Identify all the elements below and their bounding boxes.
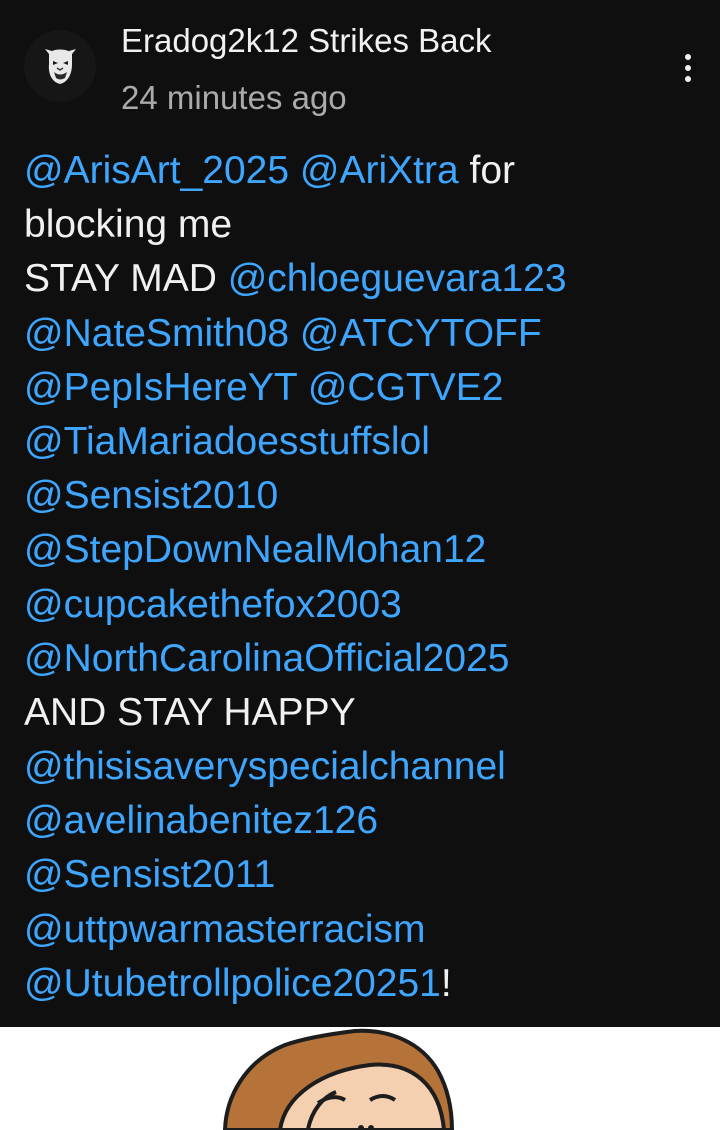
mention-link[interactable]: @NorthCarolinaOfficial2025 — [24, 637, 509, 680]
post-image[interactable] — [0, 1027, 720, 1130]
text-line: @StepDownNealMohan12 — [24, 523, 714, 577]
mention-link[interactable]: @Sensist2011 — [24, 853, 275, 896]
mention-link[interactable]: @AriXtra — [300, 149, 459, 192]
text-line: STAY MAD @chloeguevara123 — [24, 252, 714, 306]
text-segment: for — [458, 149, 516, 192]
menu-dot — [685, 54, 691, 60]
mention-link[interactable]: @NateSmith08 — [24, 312, 289, 355]
mention-link[interactable]: @cupcakethefox2003 — [24, 583, 402, 626]
menu-dot — [685, 65, 691, 71]
more-vert-icon[interactable] — [668, 44, 708, 92]
text-segment: AND STAY HAPPY — [24, 690, 356, 734]
text-line: @TiaMariadoesstuffslol — [24, 415, 714, 469]
text-segment: STAY MAD — [24, 257, 228, 301]
text-line: @NateSmith08 @ATCYTOFF — [24, 307, 714, 361]
text-line: @PepIsHereYT @CGTVE2 — [24, 361, 714, 415]
mention-link[interactable]: @uttpwarmasterracism — [24, 908, 426, 951]
text-line: @NorthCarolinaOfficial2025 — [24, 632, 714, 686]
text-line: @uttpwarmasterracism — [24, 903, 714, 957]
mention-link[interactable]: @avelinabenitez126 — [24, 799, 378, 842]
cartoon-face-image — [222, 1028, 455, 1130]
text-segment — [289, 149, 300, 192]
post-text: @ArisArt_2025 @AriXtra for blocking me STA… — [24, 144, 714, 1011]
mention-link[interactable]: @chloeguevara123 — [228, 257, 567, 300]
mention-link[interactable]: @CGTVE2 — [308, 366, 504, 409]
screen: Eradog2k12 Strikes Back 24 minutes ago @… — [0, 0, 720, 1130]
text-line: @avelinabenitez126 — [24, 794, 714, 848]
text-segment — [297, 366, 308, 409]
text-line: @cupcakethefox2003 — [24, 578, 714, 632]
mention-link[interactable]: @Sensist2010 — [24, 474, 278, 517]
avatar[interactable] — [24, 30, 96, 102]
author-name[interactable]: Eradog2k12 Strikes Back — [121, 21, 492, 61]
mention-link[interactable]: @PepIsHereYT — [24, 366, 297, 409]
timestamp: 24 minutes ago — [121, 79, 347, 116]
mention-link[interactable]: @ArisArt_2025 — [24, 149, 289, 192]
mention-link[interactable]: @ATCYTOFF — [300, 312, 542, 355]
text-segment — [289, 312, 300, 355]
text-segment: ! — [440, 961, 452, 1005]
text-line: @Sensist2010 — [24, 469, 714, 523]
mention-link[interactable]: @StepDownNealMohan12 — [24, 528, 486, 571]
text-line: @Sensist2011 — [24, 848, 714, 902]
mention-link[interactable]: @thisisaveryspecialchannel — [24, 745, 506, 788]
text-line: @Utubetrollpolice20251! — [24, 957, 714, 1011]
menu-dot — [685, 76, 691, 82]
text-segment: blocking me — [24, 203, 233, 247]
mention-link[interactable]: @Utubetrollpolice20251 — [24, 962, 441, 1005]
text-line: @ArisArt_2025 @AriXtra for — [24, 144, 714, 198]
text-line: @thisisaveryspecialchannel — [24, 740, 714, 794]
avatar-image — [24, 30, 96, 102]
community-post: Eradog2k12 Strikes Back 24 minutes ago @… — [0, 0, 720, 1027]
mention-link[interactable]: @TiaMariadoesstuffslol — [24, 420, 430, 463]
text-line: AND STAY HAPPY — [24, 686, 714, 740]
text-line: blocking me — [24, 198, 714, 252]
